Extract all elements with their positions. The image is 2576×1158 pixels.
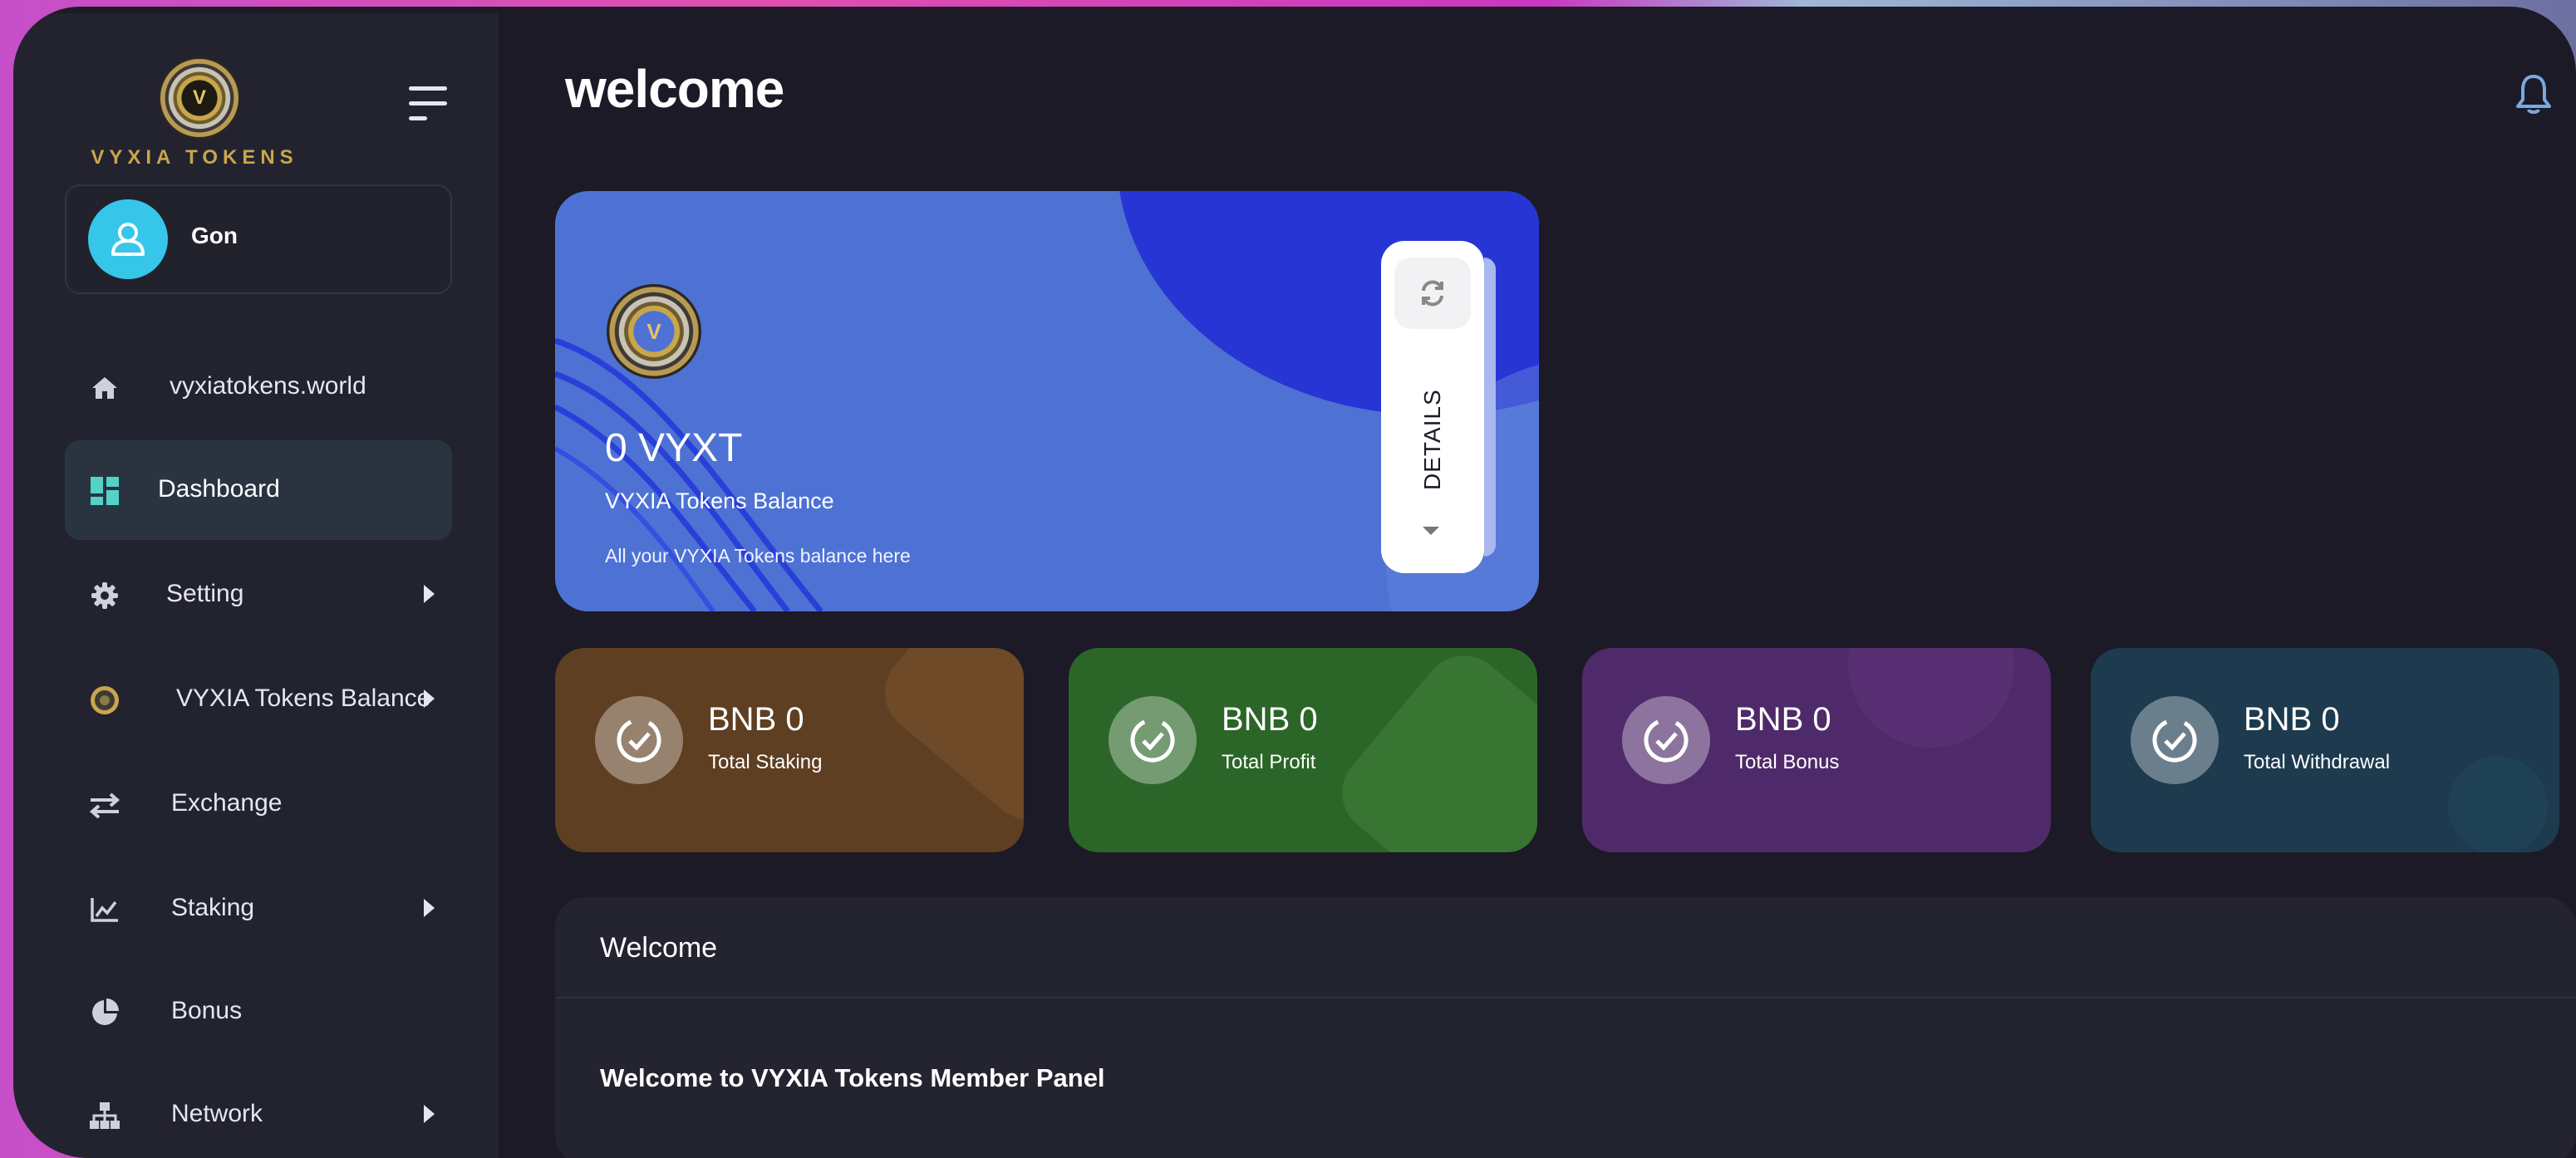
stat-card-total-bonus: BNB 0 Total Bonus xyxy=(1582,648,2051,852)
sidebar-item-label: Dashboard xyxy=(158,475,280,503)
sidebar-item-staking[interactable]: Staking xyxy=(65,859,452,959)
stat-label: Total Bonus xyxy=(1735,751,1840,773)
brand-name: VYXIA TOKENS xyxy=(91,146,298,169)
avatar xyxy=(88,199,168,279)
sidebar-item-label: VYXIA Tokens Balance xyxy=(176,684,431,712)
sidebar-item-setting[interactable]: Setting xyxy=(65,545,452,645)
home-icon xyxy=(88,374,121,402)
welcome-message: Welcome to VYXIA Tokens Member Panel xyxy=(600,1063,1105,1092)
stat-value: BNB 0 xyxy=(2244,701,2340,738)
sidebar-item-network[interactable]: Network xyxy=(65,1065,452,1158)
card-decoration xyxy=(868,648,1024,837)
brand-logo[interactable]: V VYXIA TOKENS xyxy=(86,48,302,181)
sidebar: V VYXIA TOKENS Gon vyxiatokens.world Das… xyxy=(13,13,499,1158)
stat-card-total-profit: BNB 0 Total Profit xyxy=(1069,648,1537,852)
page-title: welcome xyxy=(565,59,784,119)
gear-icon xyxy=(88,581,121,610)
brand-logo-letter: V xyxy=(192,86,206,109)
stat-value: BNB 0 xyxy=(708,701,804,738)
welcome-panel-heading: Welcome xyxy=(600,932,718,964)
pie-chart-icon xyxy=(88,999,121,1027)
brand-logo-emblem: V xyxy=(158,56,241,140)
refresh-icon[interactable] xyxy=(1394,258,1471,329)
bell-icon[interactable] xyxy=(2515,73,2553,115)
check-circle-icon xyxy=(1109,696,1197,784)
network-icon xyxy=(88,1102,121,1130)
sidebar-item-exchange[interactable]: Exchange xyxy=(65,754,452,854)
check-circle-icon xyxy=(2131,696,2219,784)
menu-toggle-icon[interactable] xyxy=(409,86,447,123)
caret-right-icon xyxy=(424,585,435,603)
sidebar-item-dashboard[interactable]: Dashboard xyxy=(65,440,452,540)
user-icon xyxy=(111,223,145,256)
stat-card-total-staking: BNB 0 Total Staking xyxy=(555,648,1024,852)
user-name: Gon xyxy=(191,223,238,248)
details-button[interactable]: DETAILS xyxy=(1381,241,1496,573)
sidebar-item-vyxia-balance[interactable]: VYXIA Tokens Balance xyxy=(65,650,452,749)
card-decoration xyxy=(1325,648,1537,852)
stat-value: BNB 0 xyxy=(1222,701,1318,738)
token-logo-letter: V xyxy=(646,318,661,344)
card-decoration xyxy=(1848,648,2014,748)
caret-right-icon xyxy=(424,899,435,917)
details-tab-shadow xyxy=(1484,258,1496,557)
check-circle-icon xyxy=(595,696,683,784)
sidebar-item-label: Exchange xyxy=(171,789,283,817)
token-logo: V xyxy=(607,284,701,379)
sidebar-item-label: vyxiatokens.world xyxy=(170,372,366,400)
sidebar-item-label: Setting xyxy=(166,580,244,607)
sidebar-item-label: Bonus xyxy=(171,997,243,1024)
welcome-panel: Welcome Welcome to VYXIA Tokens Member P… xyxy=(555,897,2576,1158)
stat-card-total-withdrawal: BNB 0 Total Withdrawal xyxy=(2091,648,2559,852)
user-profile-card[interactable]: Gon xyxy=(65,184,452,294)
app-window: V VYXIA TOKENS Gon vyxiatokens.world Das… xyxy=(13,7,2576,1158)
details-label: DETAILS xyxy=(1419,389,1445,490)
sidebar-item-label: Network xyxy=(171,1100,263,1127)
chart-line-icon xyxy=(88,895,121,924)
caret-right-icon xyxy=(424,1105,435,1123)
dashboard-icon xyxy=(88,477,121,505)
stat-value: BNB 0 xyxy=(1735,701,1831,738)
balance-card: V 0 VYXT VYXIA Tokens Balance All your V… xyxy=(555,191,1539,611)
stat-label: Total Staking xyxy=(708,751,823,773)
coin-icon xyxy=(88,686,121,714)
card-decoration xyxy=(2448,756,2548,852)
chevron-down-icon xyxy=(1423,527,1439,535)
balance-note: All your VYXIA Tokens balance here xyxy=(605,545,911,567)
sidebar-item-bonus[interactable]: Bonus xyxy=(65,962,452,1062)
caret-right-icon xyxy=(424,689,435,708)
check-circle-icon xyxy=(1622,696,1710,784)
exchange-icon xyxy=(88,791,121,819)
sidebar-item-label: Staking xyxy=(171,894,255,921)
balance-subtitle: VYXIA Tokens Balance xyxy=(605,488,834,513)
sidebar-item-home[interactable]: vyxiatokens.world xyxy=(65,337,452,437)
balance-amount: 0 VYXT xyxy=(605,426,743,470)
welcome-panel-header: Welcome xyxy=(555,897,2576,999)
stat-label: Total Profit xyxy=(1222,751,1316,773)
stat-label: Total Withdrawal xyxy=(2244,751,2391,773)
